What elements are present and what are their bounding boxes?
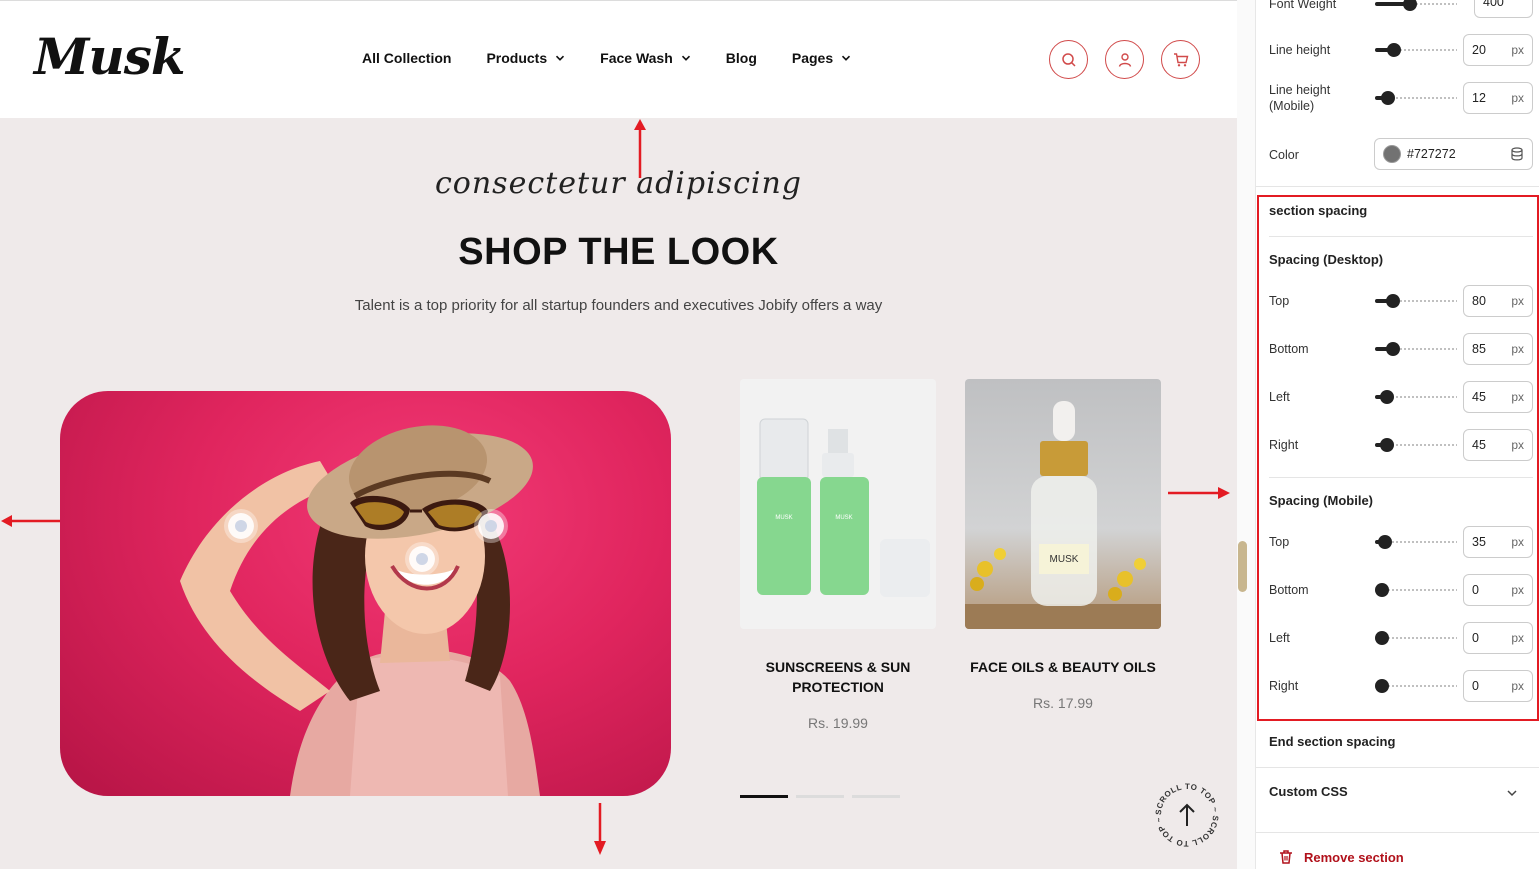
spacing-right-arrow bbox=[1168, 487, 1230, 499]
lookbook-image bbox=[60, 391, 671, 796]
main-nav: All Collection Products Face Wash Blog P… bbox=[362, 50, 886, 66]
bottle-label-2: MUSK bbox=[835, 515, 852, 521]
label-line: (Mobile) bbox=[1269, 99, 1315, 113]
user-icon bbox=[1118, 52, 1131, 67]
line-height-slider[interactable] bbox=[1375, 43, 1457, 57]
product-image[interactable]: MUSK bbox=[965, 379, 1161, 629]
line-height-mobile-slider[interactable] bbox=[1375, 91, 1457, 105]
label-line: Line height bbox=[1269, 83, 1331, 97]
section-subheading: Talent is a top priority for all startup… bbox=[354, 297, 883, 314]
section-script-title: consectetur adipiscing bbox=[435, 166, 802, 201]
unit-label: px bbox=[1511, 43, 1524, 57]
color-swatch[interactable] bbox=[1383, 145, 1401, 163]
slider-dot-active[interactable] bbox=[740, 795, 788, 798]
face-oil-bottle-illustration: MUSK bbox=[965, 401, 1161, 629]
nav-label: Products bbox=[486, 50, 548, 66]
cart-button[interactable] bbox=[1161, 40, 1200, 79]
line-height-mobile-value: 12 bbox=[1472, 91, 1486, 105]
nav-face-wash[interactable]: Face Wash bbox=[600, 50, 691, 66]
color-picker-field[interactable]: #727272 bbox=[1374, 138, 1533, 170]
search-icon bbox=[1061, 52, 1076, 67]
nav-pages[interactable]: Pages bbox=[792, 50, 851, 66]
line-height-value: 20 bbox=[1472, 43, 1486, 57]
account-button[interactable] bbox=[1105, 40, 1144, 79]
spacing-left-arrow bbox=[1, 515, 60, 527]
nav-label: Blog bbox=[725, 50, 757, 66]
slider-dot[interactable] bbox=[796, 795, 844, 798]
bottle-label-1: MUSK bbox=[775, 515, 792, 521]
preview-scrollbar[interactable] bbox=[1237, 0, 1255, 869]
app-root: Musk All Collection Products Face Wash B… bbox=[0, 0, 1539, 869]
slider-dot[interactable] bbox=[852, 795, 900, 798]
product-title-line: SUNSCREENS & SUN bbox=[765, 659, 911, 675]
remove-section-label: Remove section bbox=[1304, 849, 1404, 865]
line-height-input[interactable]: 20 px bbox=[1463, 34, 1533, 66]
product-title-line: PROTECTION bbox=[792, 679, 884, 695]
logo[interactable]: Musk bbox=[34, 27, 185, 86]
nav-label: Pages bbox=[791, 50, 834, 66]
nav-all-collection[interactable]: All Collection bbox=[362, 50, 451, 66]
chevron-down-icon bbox=[1507, 790, 1517, 797]
spacing-bottom-arrow bbox=[594, 803, 606, 855]
custom-css-label: Custom CSS bbox=[1269, 784, 1348, 799]
section-heading: SHOP THE LOOK bbox=[458, 231, 779, 273]
store-preview: Musk All Collection Products Face Wash B… bbox=[0, 0, 1237, 869]
color-label: Color bbox=[1269, 148, 1299, 162]
chevron-down-icon bbox=[556, 55, 565, 61]
line-height-label: Line height bbox=[1269, 43, 1331, 57]
scroll-to-top-button[interactable]: SCROLL TO TOP ~ SCROLL TO TOP ~ bbox=[1152, 780, 1222, 850]
site-header: Musk All Collection Products Face Wash B… bbox=[0, 1, 1237, 118]
product-card[interactable]: MUSK FACE OILS & BEAUTY OILS Rs. 17.99 bbox=[965, 379, 1161, 711]
hotspot-1[interactable] bbox=[228, 513, 254, 539]
product-title[interactable]: FACE OILS & BEAUTY OILS bbox=[965, 657, 1161, 677]
sunscreen-bottles-illustration: MUSK MUSK bbox=[757, 418, 930, 597]
nav-products[interactable]: Products bbox=[486, 50, 565, 66]
chevron-down-icon bbox=[842, 55, 851, 61]
font-weight-label: Font Weight bbox=[1269, 0, 1337, 11]
hotspot-2[interactable] bbox=[409, 546, 435, 572]
unit-label: px bbox=[1511, 91, 1524, 105]
database-icon[interactable] bbox=[1510, 147, 1524, 161]
bottle-label: MUSK bbox=[1050, 554, 1079, 565]
nav-blog[interactable]: Blog bbox=[726, 50, 757, 66]
chevron-down-icon bbox=[681, 55, 690, 61]
line-height-mobile-label: Line height (Mobile) bbox=[1269, 82, 1330, 114]
product-image[interactable]: MUSK MUSK bbox=[740, 379, 936, 629]
font-weight-slider[interactable] bbox=[1375, 0, 1457, 11]
nav-label: Face Wash bbox=[600, 50, 673, 66]
nav-label: All Collection bbox=[362, 50, 452, 66]
hotspot-3[interactable] bbox=[478, 513, 504, 539]
end-section-spacing-label: End section spacing bbox=[1269, 734, 1396, 749]
preview-scroll-thumb[interactable] bbox=[1238, 541, 1247, 592]
color-value: #727272 bbox=[1407, 147, 1456, 161]
custom-css-toggle[interactable]: Custom CSS bbox=[1256, 768, 1539, 832]
font-weight-input[interactable]: 400 bbox=[1474, 0, 1533, 18]
product-price: Rs. 17.99 bbox=[1033, 695, 1093, 711]
woman-with-hat-illustration bbox=[180, 425, 540, 796]
product-title[interactable]: SUNSCREENS & SUN PROTECTION bbox=[740, 657, 936, 697]
font-weight-value: 400 bbox=[1483, 0, 1504, 9]
line-height-mobile-input[interactable]: 12 px bbox=[1463, 82, 1533, 114]
trash-icon bbox=[1280, 850, 1292, 864]
search-button[interactable] bbox=[1049, 40, 1088, 79]
product-title-line: FACE OILS & BEAUTY OILS bbox=[970, 659, 1156, 675]
remove-section-button[interactable]: Remove section bbox=[1278, 849, 1404, 865]
product-card[interactable]: MUSK MUSK SUNSCREENS & SUN PROTECTION Rs… bbox=[740, 379, 936, 731]
cart-icon bbox=[1173, 52, 1188, 66]
section-spacing-highlight bbox=[1257, 195, 1539, 721]
product-price: Rs. 19.99 bbox=[808, 715, 868, 731]
